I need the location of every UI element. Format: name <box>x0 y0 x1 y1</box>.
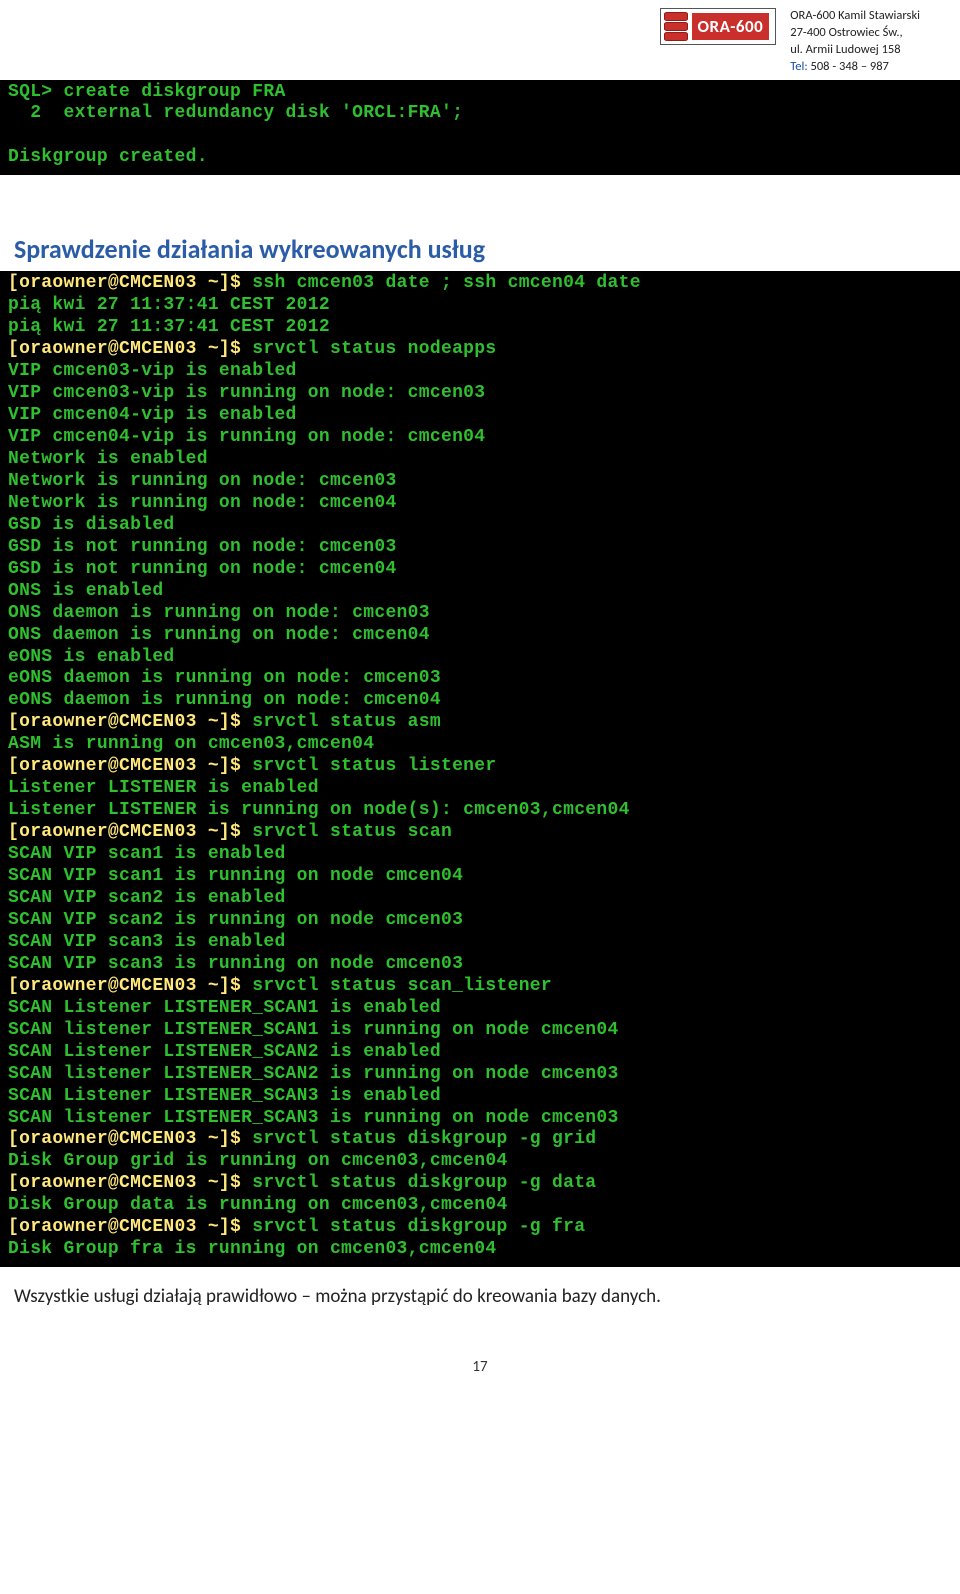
t2-l16: ONS daemon is running on node: cmcen03 <box>8 603 430 623</box>
body-text: Wszystkie usługi działają prawidłowo – m… <box>0 1267 960 1308</box>
t2-l26b: srvctl status scan <box>252 822 452 842</box>
t2-l1b: ssh cmcen03 date ; ssh cmcen04 date <box>252 273 641 293</box>
t2-l20: eONS daemon is running on node: cmcen04 <box>8 690 441 710</box>
t2-l23b: srvctl status listener <box>252 756 496 776</box>
t2-l44b: srvctl status diskgroup -g fra <box>252 1217 585 1237</box>
t2-l9: Network is enabled <box>8 449 208 469</box>
t2-l12: GSD is disabled <box>8 515 175 535</box>
t1-l1: SQL> create diskgroup FRA <box>8 82 286 102</box>
t2-l4b: srvctl status nodeapps <box>252 339 496 359</box>
t2-l3: pią kwi 27 11:37:41 CEST 2012 <box>8 317 330 337</box>
t2-l28: SCAN VIP scan1 is running on node cmcen0… <box>8 866 463 886</box>
t1-l4: Diskgroup created. <box>8 147 208 167</box>
t2-l41: Disk Group grid is running on cmcen03,cm… <box>8 1151 508 1171</box>
t2-l10: Network is running on node: cmcen03 <box>8 471 397 491</box>
t2-l1a: [oraowner@CMCEN03 ~]$ <box>8 273 252 293</box>
t2-l33b: srvctl status scan_listener <box>252 976 552 996</box>
t2-l6: VIP cmcen03-vip is running on node: cmce… <box>8 383 485 403</box>
t2-l13: GSD is not running on node: cmcen03 <box>8 537 397 557</box>
logo-text: ORA-600 <box>692 13 770 40</box>
t2-l45: Disk Group fra is running on cmcen03,cmc… <box>8 1239 496 1259</box>
t2-l4a: [oraowner@CMCEN03 ~]$ <box>8 339 252 359</box>
company-tel: Tel: 508 - 348 – 987 <box>790 59 920 76</box>
t2-l2: pią kwi 27 11:37:41 CEST 2012 <box>8 295 330 315</box>
t2-l21b: srvctl status asm <box>252 712 441 732</box>
company-address-1: 27-400 Ostrowiec Św., <box>790 25 920 42</box>
company-name: ORA-600 Kamil Stawiarski <box>790 8 920 25</box>
company-block: ORA-600 Kamil Stawiarski 27-400 Ostrowie… <box>790 8 920 76</box>
logo: ORA-600 <box>660 8 777 45</box>
t2-l15: ONS is enabled <box>8 581 163 601</box>
t2-l36: SCAN Listener LISTENER_SCAN2 is enabled <box>8 1042 441 1062</box>
t1-l2: 2 external redundancy disk 'ORCL:FRA'; <box>8 103 463 123</box>
terminal-block-1: SQL> create diskgroup FRA 2 external red… <box>0 80 960 176</box>
t2-l42a: [oraowner@CMCEN03 ~]$ <box>8 1173 252 1193</box>
t2-l27: SCAN VIP scan1 is enabled <box>8 844 286 864</box>
t2-l40b: srvctl status diskgroup -g grid <box>252 1129 596 1149</box>
t2-l7: VIP cmcen04-vip is enabled <box>8 405 297 425</box>
t2-l39: SCAN listener LISTENER_SCAN3 is running … <box>8 1108 619 1128</box>
t2-l43: Disk Group data is running on cmcen03,cm… <box>8 1195 508 1215</box>
company-address-2: ul. Armii Ludowej 158 <box>790 42 920 59</box>
t2-l11: Network is running on node: cmcen04 <box>8 493 397 513</box>
t2-l31: SCAN VIP scan3 is enabled <box>8 932 286 952</box>
tel-value: 508 - 348 – 987 <box>808 59 889 74</box>
t2-l44a: [oraowner@CMCEN03 ~]$ <box>8 1217 252 1237</box>
t2-l35: SCAN listener LISTENER_SCAN1 is running … <box>8 1020 619 1040</box>
t2-l14: GSD is not running on node: cmcen04 <box>8 559 397 579</box>
t2-l17: ONS daemon is running on node: cmcen04 <box>8 625 430 645</box>
section-title: Sprawdzenie działania wykreowanych usług <box>0 227 960 271</box>
t2-l8: VIP cmcen04-vip is running on node: cmce… <box>8 427 485 447</box>
t2-l26a: [oraowner@CMCEN03 ~]$ <box>8 822 252 842</box>
t2-l37: SCAN listener LISTENER_SCAN2 is running … <box>8 1064 619 1084</box>
t2-l23a: [oraowner@CMCEN03 ~]$ <box>8 756 252 776</box>
t2-l22: ASM is running on cmcen03,cmcen04 <box>8 734 374 754</box>
t2-l40a: [oraowner@CMCEN03 ~]$ <box>8 1129 252 1149</box>
t2-l30: SCAN VIP scan2 is running on node cmcen0… <box>8 910 463 930</box>
page-number: 17 <box>0 1358 960 1376</box>
t2-l5: VIP cmcen03-vip is enabled <box>8 361 297 381</box>
page-header: ORA-600 ORA-600 Kamil Stawiarski 27-400 … <box>0 0 960 80</box>
t2-l25: Listener LISTENER is running on node(s):… <box>8 800 630 820</box>
db-cylinders-icon <box>664 12 688 41</box>
t2-l42b: srvctl status diskgroup -g data <box>252 1173 596 1193</box>
t2-l19: eONS daemon is running on node: cmcen03 <box>8 668 441 688</box>
t2-l33a: [oraowner@CMCEN03 ~]$ <box>8 976 252 996</box>
t2-l24: Listener LISTENER is enabled <box>8 778 319 798</box>
document-page: ORA-600 ORA-600 Kamil Stawiarski 27-400 … <box>0 0 960 1416</box>
terminal-block-2: [oraowner@CMCEN03 ~]$ ssh cmcen03 date ;… <box>0 271 960 1267</box>
t2-l34: SCAN Listener LISTENER_SCAN1 is enabled <box>8 998 441 1018</box>
t2-l32: SCAN VIP scan3 is running on node cmcen0… <box>8 954 463 974</box>
t2-l18: eONS is enabled <box>8 647 175 667</box>
tel-label: Tel: <box>790 59 807 74</box>
t2-l38: SCAN Listener LISTENER_SCAN3 is enabled <box>8 1086 441 1106</box>
t2-l29: SCAN VIP scan2 is enabled <box>8 888 286 908</box>
t2-l21a: [oraowner@CMCEN03 ~]$ <box>8 712 252 732</box>
